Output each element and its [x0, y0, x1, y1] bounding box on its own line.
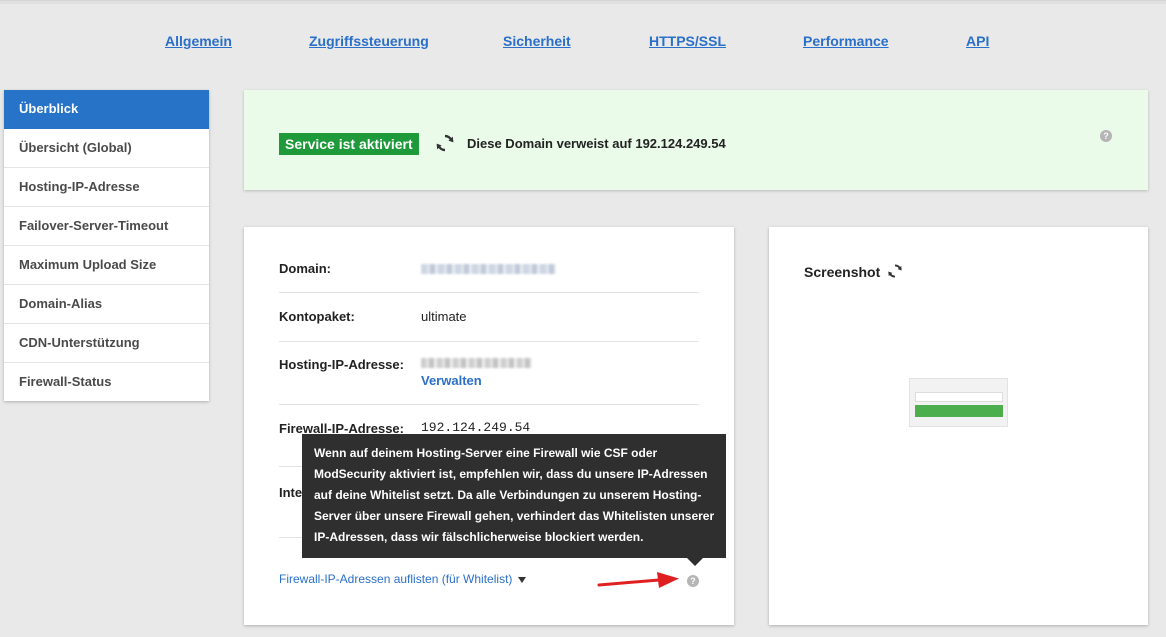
list-firewall-ips-toggle[interactable]: Firewall-IP-Adressen auflisten (für Whit… — [279, 572, 527, 586]
site-screenshot-thumbnail[interactable] — [909, 378, 1008, 427]
whitelist-tooltip: Wenn auf deinem Hosting-Server eine Fire… — [302, 434, 726, 558]
nav-https-ssl[interactable]: HTTPS/SSL — [649, 33, 726, 49]
sidebar-item-failover-timeout[interactable]: Failover-Server-Timeout — [4, 207, 209, 246]
sidebar-item-ueberblick[interactable]: Überblick — [4, 90, 209, 129]
domain-points-to-message: Diese Domain verweist auf 192.124.249.54 — [467, 136, 726, 151]
sidebar-item-uebersicht-global[interactable]: Übersicht (Global) — [4, 129, 209, 168]
domain-value-redacted — [421, 264, 556, 274]
nav-api[interactable]: API — [966, 33, 989, 49]
manage-link[interactable]: Verwalten — [421, 373, 482, 388]
thumbnail-button — [915, 405, 1003, 417]
annotation-arrow-icon — [597, 572, 679, 588]
firewall-ip-value: 192.124.249.54 — [421, 420, 531, 435]
service-active-badge: Service ist aktiviert — [279, 133, 419, 155]
hosting-ip-value-redacted — [421, 358, 532, 368]
help-icon[interactable]: ? — [687, 575, 699, 587]
nav-sicherheit[interactable]: Sicherheit — [503, 33, 571, 49]
sync-icon[interactable] — [435, 133, 455, 153]
nav-zugriffssteuerung[interactable]: Zugriffssteuerung — [309, 33, 429, 49]
domain-label: Domain: — [279, 261, 331, 276]
hosting-ip-label: Hosting-IP-Adresse: — [279, 357, 404, 372]
list-firewall-ips-label: Firewall-IP-Adressen auflisten (für Whit… — [279, 572, 513, 586]
top-border — [0, 0, 1166, 4]
internal-row-label: Inte — [279, 485, 303, 500]
help-icon[interactable]: ? — [1100, 130, 1112, 142]
kontopaket-label: Kontopaket: — [279, 309, 355, 324]
sidebar-item-hosting-ip[interactable]: Hosting-IP-Adresse — [4, 168, 209, 207]
caret-down-icon — [518, 576, 527, 583]
nav-performance[interactable]: Performance — [803, 33, 889, 49]
domain-info-card: Domain: Kontopaket: ultimate Hosting-IP-… — [244, 227, 734, 625]
tooltip-pointer — [687, 558, 703, 566]
screenshot-card: Screenshot — [769, 227, 1148, 625]
sidebar-item-firewall-status[interactable]: Firewall-Status — [4, 363, 209, 401]
status-banner: Service ist aktiviert Diese Domain verwe… — [244, 90, 1148, 190]
nav-allgemein[interactable]: Allgemein — [165, 33, 232, 49]
sidebar-item-cdn[interactable]: CDN-Unterstützung — [4, 324, 209, 363]
sidebar-item-domain-alias[interactable]: Domain-Alias — [4, 285, 209, 324]
divider — [279, 292, 699, 293]
sidebar: Überblick Übersicht (Global) Hosting-IP-… — [4, 90, 209, 401]
thumbnail-input — [915, 392, 1003, 402]
screenshot-title: Screenshot — [804, 264, 881, 280]
kontopaket-value: ultimate — [421, 309, 467, 324]
divider — [279, 341, 699, 342]
refresh-icon[interactable] — [887, 263, 903, 279]
sidebar-item-max-upload-size[interactable]: Maximum Upload Size — [4, 246, 209, 285]
divider — [279, 404, 699, 405]
